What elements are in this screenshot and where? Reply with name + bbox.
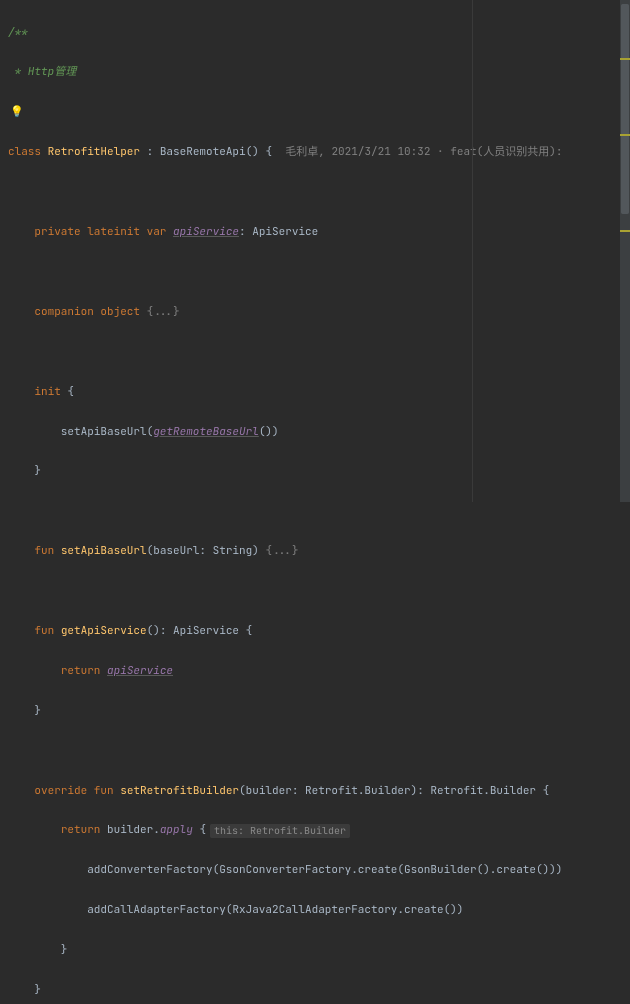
init-block: init { xyxy=(8,386,630,399)
intention-bulb-icon[interactable]: 💡 xyxy=(8,106,24,119)
kdoc-line: * Http管理 xyxy=(8,66,76,79)
field-decl: private lateinit var apiService: ApiServ… xyxy=(8,226,630,239)
fold-marker[interactable]: {...} xyxy=(147,306,180,319)
fun-getApiService: fun getApiService(): ApiService { xyxy=(8,625,630,638)
scrollbar-thumb[interactable] xyxy=(621,4,629,214)
companion-decl: companion object {...} xyxy=(8,306,630,319)
git-annotation: 毛利卓, 2021/3/21 10:32 · feat(人员识别共用): xyxy=(272,146,562,159)
lambda-hint: this: Retrofit.Builder xyxy=(210,824,350,837)
vertical-scrollbar[interactable] xyxy=(620,0,630,502)
fold-marker[interactable]: {...} xyxy=(265,545,298,558)
warning-marker[interactable] xyxy=(620,230,630,232)
kdoc-start: /** xyxy=(8,27,28,40)
right-margin-guide xyxy=(472,0,473,502)
fun-setApiBaseUrl: fun setApiBaseUrl(baseUrl: String) {...} xyxy=(8,545,630,558)
warning-marker[interactable] xyxy=(620,134,630,136)
class-decl: class RetrofitHelper : BaseRemoteApi() {… xyxy=(8,146,630,159)
code-area[interactable]: /** * Http管理 💡 class RetrofitHelper : Ba… xyxy=(6,0,630,502)
fun-setRetrofitBuilder: override fun setRetrofitBuilder(builder:… xyxy=(8,785,630,798)
warning-marker[interactable] xyxy=(620,58,630,60)
code-editor[interactable]: /** * Http管理 💡 class RetrofitHelper : Ba… xyxy=(0,0,630,502)
